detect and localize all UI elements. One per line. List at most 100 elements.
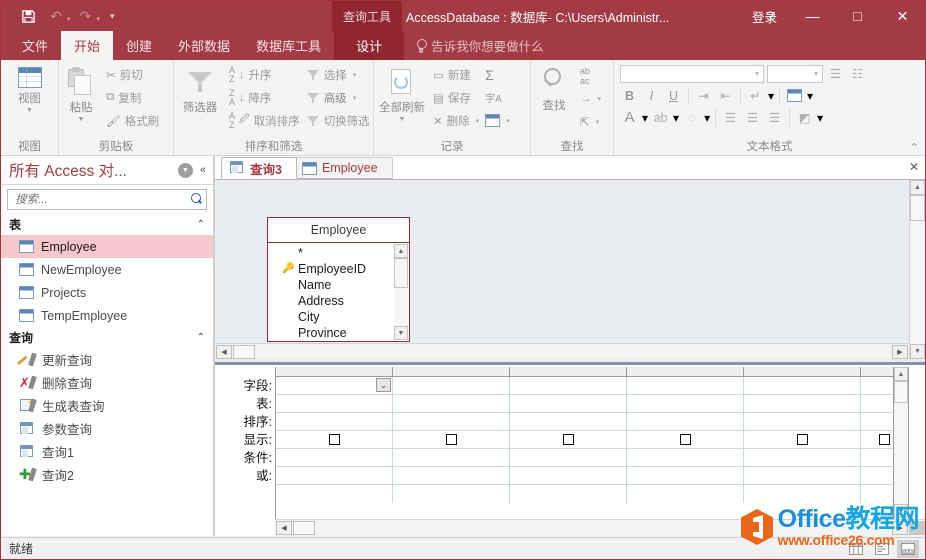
- bold-button[interactable]: B: [620, 86, 639, 105]
- search-input[interactable]: [13, 192, 190, 207]
- column-selector[interactable]: [627, 367, 744, 376]
- field-cell[interactable]: [510, 377, 627, 394]
- redo-dropdown-icon[interactable]: ▾: [97, 15, 101, 23]
- fill-color-icon[interactable]: ◌: [682, 108, 701, 127]
- chevron-down-icon[interactable]: ▾: [704, 111, 710, 125]
- column-selector[interactable]: [510, 367, 627, 376]
- field-cell[interactable]: [627, 377, 744, 394]
- increase-indent-icon[interactable]: ⇥: [694, 86, 713, 105]
- chevron-down-icon[interactable]: ▾: [353, 94, 357, 102]
- scroll-thumb[interactable]: [233, 344, 255, 359]
- tab-create[interactable]: 创建: [113, 31, 165, 60]
- chevron-down-icon[interactable]: ▼: [26, 107, 33, 114]
- extra-cell[interactable]: [393, 485, 510, 503]
- column-selector[interactable]: [276, 367, 393, 376]
- or-cell[interactable]: [393, 467, 510, 484]
- tab-external-data[interactable]: 外部数据: [165, 31, 243, 60]
- italic-button[interactable]: I: [642, 86, 661, 105]
- or-cell[interactable]: [276, 467, 393, 484]
- chevron-down-icon[interactable]: ▾: [506, 117, 510, 125]
- customize-qat-icon[interactable]: ▾: [110, 11, 115, 22]
- scroll-up-icon[interactable]: ▲: [394, 244, 408, 258]
- sort-ascending-button[interactable]: A Z ↓ 升序: [226, 63, 303, 86]
- cut-button[interactable]: ✂ 剪切: [103, 63, 162, 86]
- table-cell[interactable]: [276, 395, 393, 412]
- refresh-all-button[interactable]: 全部刷新 ▼: [374, 63, 430, 123]
- scroll-thumb[interactable]: [293, 521, 315, 535]
- selection-button[interactable]: 选择 ▾: [303, 63, 373, 86]
- font-color-icon[interactable]: A: [620, 108, 639, 127]
- totals-button[interactable]: Σ: [482, 63, 513, 86]
- show-cell[interactable]: [510, 431, 627, 448]
- save-record-button[interactable]: ▤ 保存: [430, 86, 482, 109]
- datasheet-view-icon[interactable]: [845, 540, 867, 558]
- undo-dropdown-icon[interactable]: ▾: [67, 15, 71, 23]
- font-name-combo[interactable]: ▾: [620, 64, 764, 83]
- scroll-down-icon[interactable]: ▼: [910, 344, 925, 359]
- minimize-button[interactable]: —: [790, 1, 835, 31]
- scroll-track[interactable]: [894, 403, 908, 504]
- filter-button[interactable]: 筛选器: [174, 63, 226, 115]
- show-checkbox[interactable]: [445, 434, 457, 445]
- field-cell[interactable]: [744, 377, 861, 394]
- nav-group-queries[interactable]: 查询 ⌃: [1, 327, 213, 348]
- field-item[interactable]: Address: [274, 293, 409, 309]
- or-cell[interactable]: [510, 467, 627, 484]
- table-cell[interactable]: [744, 395, 861, 412]
- bullets-icon[interactable]: ☰: [826, 64, 845, 83]
- scroll-right-icon[interactable]: ▶: [892, 521, 908, 535]
- scroll-down-icon[interactable]: ▼: [894, 504, 908, 518]
- chevron-down-icon[interactable]: ▾: [596, 118, 600, 126]
- search-box[interactable]: [7, 189, 207, 210]
- help-icon[interactable]: ?: [750, 1, 790, 31]
- sidebar-item-query2[interactable]: ✚ 查询2: [1, 463, 213, 486]
- goto-button[interactable]: → ▾: [577, 87, 604, 110]
- toggle-filter-button[interactable]: 切换筛选: [303, 109, 373, 132]
- show-checkbox[interactable]: [679, 434, 691, 445]
- field-cell[interactable]: [393, 377, 510, 394]
- gridlines-icon[interactable]: [785, 86, 804, 105]
- clear-sort-button[interactable]: A Z 🖉 取消排序: [226, 109, 303, 132]
- criteria-cell[interactable]: [510, 449, 627, 466]
- or-cell[interactable]: [627, 467, 744, 484]
- tab-database-tools[interactable]: 数据库工具: [243, 31, 334, 60]
- collapse-ribbon-icon[interactable]: ⌃: [910, 141, 919, 154]
- more-records-button[interactable]: ▾: [482, 109, 513, 132]
- design-pane-hscrollbar[interactable]: ◀ ▶: [215, 343, 909, 359]
- paste-button[interactable]: 粘贴 ▼: [59, 63, 103, 123]
- tell-me-box[interactable]: 告诉我你想要做什么: [404, 31, 544, 60]
- chevron-down-icon[interactable]: ▾: [755, 69, 759, 78]
- font-size-combo[interactable]: ▾: [767, 64, 823, 83]
- sidebar-item-update-query[interactable]: 更新查询: [1, 348, 213, 371]
- chevron-down-icon[interactable]: ▾: [476, 117, 480, 125]
- scroll-down-icon[interactable]: ▼: [394, 326, 408, 340]
- chevron-down-icon[interactable]: ▾: [353, 71, 357, 79]
- sidebar-item-delete-query[interactable]: ✗ 删除查询: [1, 371, 213, 394]
- extra-cell[interactable]: [627, 485, 744, 503]
- double-chevron-left-icon[interactable]: «: [197, 164, 209, 176]
- save-icon[interactable]: [15, 5, 41, 27]
- scroll-thumb[interactable]: [394, 258, 408, 288]
- field-item[interactable]: 🔑 EmployeeID: [274, 261, 409, 277]
- doc-tab-employee[interactable]: Employee: [293, 157, 393, 179]
- column-selector[interactable]: [744, 367, 861, 376]
- or-cell[interactable]: [744, 467, 861, 484]
- sort-cell[interactable]: [393, 413, 510, 430]
- numbering-icon[interactable]: ☷: [848, 64, 867, 83]
- criteria-cell[interactable]: [627, 449, 744, 466]
- maximize-button[interactable]: □: [835, 1, 880, 31]
- sort-descending-button[interactable]: Z A ↓ 降序: [226, 86, 303, 109]
- new-record-button[interactable]: ▭ 新建: [430, 63, 482, 86]
- highlight-icon[interactable]: ab: [651, 108, 670, 127]
- nav-group-tables[interactable]: 表 ⌃: [1, 214, 213, 235]
- chevron-down-icon[interactable]: ▾: [673, 111, 679, 125]
- show-checkbox[interactable]: [796, 434, 808, 445]
- chevron-down-icon[interactable]: ▼: [399, 116, 406, 123]
- column-selector[interactable]: [393, 367, 510, 376]
- chevron-down-icon[interactable]: ▾: [807, 89, 813, 103]
- chevron-down-icon[interactable]: ▾: [817, 111, 823, 125]
- sidebar-item-employee[interactable]: Employee: [1, 235, 213, 258]
- align-left-icon[interactable]: ☰: [721, 108, 740, 127]
- scroll-track[interactable]: [910, 221, 925, 344]
- chevron-down-icon[interactable]: ▾: [642, 111, 648, 125]
